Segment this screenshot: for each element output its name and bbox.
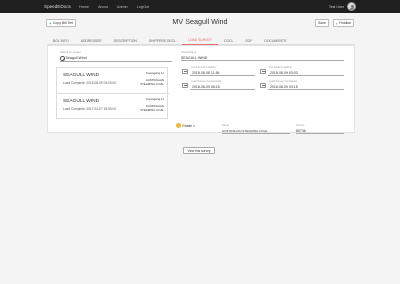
grade-label: Grade 1 [182,124,195,128]
grade-star-icon [176,123,181,128]
tab-shippers-decl[interactable]: SHIPPERS DECL [143,36,182,45]
survey-port: Kooragang 11 [146,97,164,101]
user-menu[interactable]: Test User [329,0,356,13]
tab-cocl[interactable]: COCL [218,36,239,45]
top-navbar: SpeedEDocs Home About Admin LogOut Test … [0,0,400,13]
survey-shipper-line2: STEAMING COAL [140,107,164,112]
tonnes-value: 80736 [296,129,306,133]
search-icon [60,56,65,61]
search-label: Search for Vessel [60,51,81,54]
save-label: Save [318,21,326,25]
survey-shipper-line2: STEAMING COAL [140,81,164,86]
grade-name-value: AUSTRALIAN STEAMING COAL [222,129,268,133]
survey-port: Kooragang 11 [146,71,164,75]
survey-load-complete: Load Complete: 2017-01-07 15:53:00 [63,107,116,111]
search-value[interactable]: Seagull Wind [66,56,87,60]
survey-completed-value: 2018-08-09 03:15 [270,85,298,89]
vessel-search-input[interactable]: Seagull Wind [60,55,172,62]
finalise-button[interactable]: ▪ Finalise [333,19,354,27]
vessel-name-value: SEAGULL WIND [181,56,208,60]
calendar-icon[interactable] [182,69,188,74]
survey-load-complete: Load Complete: 2018-08-09 03:03:00 [63,81,116,85]
tab-addressee[interactable]: ADDRESSEE [75,36,108,45]
nav-about[interactable]: About [98,5,108,9]
tab-sof[interactable]: SOF [239,36,258,45]
survey-meta: Kooragang 11 AUSTRALIAN STEAMING COAL [140,71,164,86]
nav-logout[interactable]: LogOut [137,5,149,9]
list-item[interactable]: SEAGULL WIND Load Complete: 2018-08-09 0… [57,68,169,94]
completed-loading-value: 2018-08-09 03:03 [270,71,298,75]
survey-commenced-value: 2018-08-09 06:15 [192,85,220,89]
save-button[interactable]: Save [315,19,329,27]
survey-vessel-name: SEAGULL WIND [63,73,100,78]
list-item[interactable]: SEAGULL WIND Load Complete: 2017-01-07 1… [57,94,169,120]
commenced-loading-value: 2018-08-08 11:36 [192,71,220,75]
nav-home[interactable]: Home [79,5,89,9]
nav-admin[interactable]: Admin [117,5,128,9]
calendar-icon[interactable] [260,83,266,88]
tab-load-survey[interactable]: LOAD SURVEY [181,36,218,45]
brand-logo[interactable]: SpeedEDocs [44,4,71,9]
calendar-icon[interactable] [260,69,266,74]
tab-documents[interactable]: DOCUMENTS [258,36,292,45]
tab-bar: BOL INFO ADDRESSEE DESCRIPTION SHIPPERS … [47,36,355,45]
tab-bol-info[interactable]: BOL INFO [47,36,75,45]
survey-vessel-name: SEAGULL WIND [63,99,100,104]
survey-list: SEAGULL WIND Load Complete: 2018-08-09 0… [56,67,169,120]
calendar-icon[interactable] [182,83,188,88]
finalise-label: Finalise [338,21,351,25]
survey-meta: Kooragang 11 AUSTRALIAN STEAMING COAL [140,97,164,112]
username[interactable]: Test User [329,5,344,9]
view-survey-button[interactable]: View this survey [183,147,215,154]
tab-description[interactable]: DESCRIPTION [108,36,143,45]
avatar[interactable] [347,2,356,11]
lock-icon: ▪ [336,20,338,26]
